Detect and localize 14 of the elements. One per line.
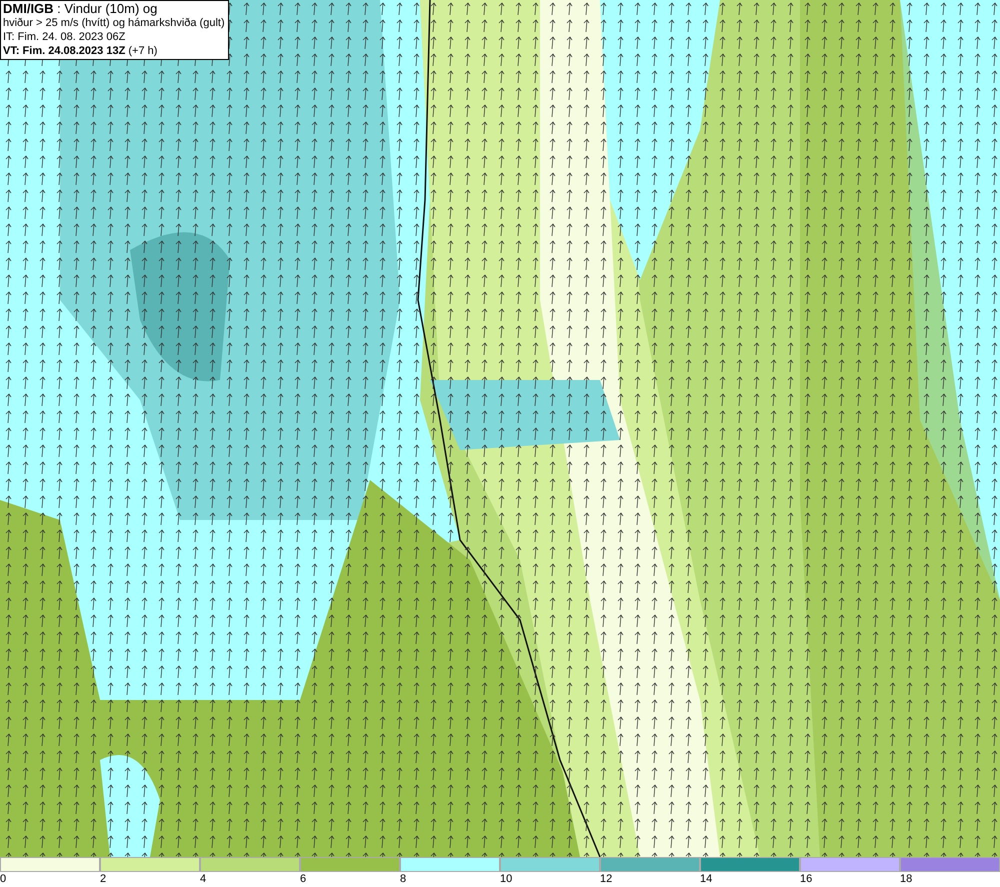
legend-tick-label: 0: [0, 873, 6, 885]
caption-line: VT: Fim. 24.08.2023 13Z (+7 h): [3, 44, 158, 58]
legend-tick-label: 14: [700, 873, 712, 885]
legend-tick-label: 12: [600, 873, 612, 885]
legend-tick-label: 4: [200, 873, 206, 885]
caption-line: DMI/IGB : Vindur (10m) og: [3, 2, 158, 16]
legend-tick-label: 8: [400, 873, 406, 885]
legend-tick-label: 2: [100, 873, 106, 885]
legend-tick-label: 18: [900, 873, 912, 885]
caption-line: hviður > 25 m/s (hvítt) og hámarkshviða (gult): [3, 16, 226, 30]
legend-tick-label: 16: [800, 873, 812, 885]
legend-tick-label: 10: [500, 873, 512, 885]
caption-line: IT: Fim. 24. 08. 2023 06Z: [3, 30, 126, 44]
legend-tick-label: 6: [300, 873, 306, 885]
